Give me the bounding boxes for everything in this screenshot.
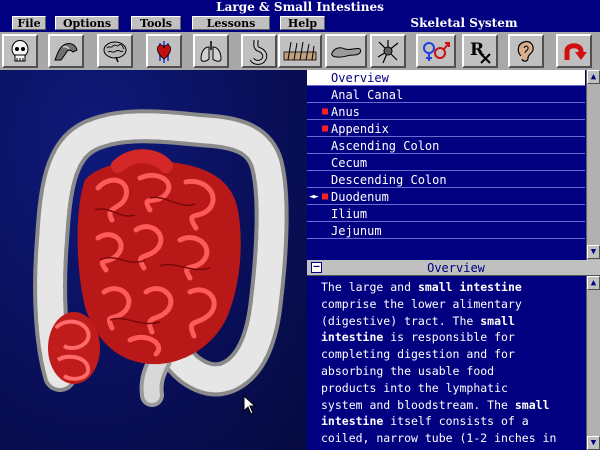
text-segment: comprise the lower alimentary xyxy=(321,296,522,311)
return-arrow-icon xyxy=(564,43,587,60)
lungs-icon xyxy=(200,41,222,62)
prescription-button[interactable]: R xyxy=(462,34,498,68)
topic-list-scrollbar[interactable]: ▲ ▼ xyxy=(586,70,600,260)
text-segment: is responsible for xyxy=(383,330,515,345)
muscle-arm-icon xyxy=(54,43,78,61)
reproductive-button[interactable] xyxy=(416,34,456,68)
lungs-button[interactable] xyxy=(193,34,229,68)
menu-options[interactable]: Options xyxy=(55,16,119,30)
topic-item-descending-colon[interactable]: Descending Colon xyxy=(307,172,585,188)
skull-button[interactable] xyxy=(2,34,38,68)
heart-vessels-icon xyxy=(156,41,172,63)
menu-help[interactable]: Help xyxy=(280,16,325,30)
scroll-up-arrow-icon[interactable]: ▲ xyxy=(587,276,600,290)
skin-button[interactable] xyxy=(278,34,322,68)
description-line: The large and small intestine xyxy=(321,279,583,296)
text-segment: products into the lymphatic xyxy=(321,380,508,395)
mouse-pointer-icon xyxy=(243,395,257,415)
stomach-button[interactable] xyxy=(241,34,277,68)
highlighted-term[interactable]: small intestine xyxy=(418,280,522,294)
menu-lessons[interactable]: Lessons xyxy=(192,16,270,30)
description-line: intestine is responsible for xyxy=(321,329,583,346)
description-line: intestine itself consists of a xyxy=(321,413,583,430)
bullet-marker: ■ xyxy=(322,191,329,202)
description-line: system and bloodstream. The small xyxy=(321,397,583,414)
return-button[interactable] xyxy=(556,34,592,68)
topic-list: Overview Anal Canal ■ Anus ■ Appendix As… xyxy=(307,70,600,260)
description-text: The large and small intestine comprise th… xyxy=(321,279,583,447)
window-title: Large & Small Intestines xyxy=(0,0,600,15)
bullet-marker: ■ xyxy=(322,123,329,134)
highlighted-term[interactable]: intestine xyxy=(321,330,383,344)
topic-item-ilium[interactable]: Ilium xyxy=(307,206,585,222)
description-panel: The large and small intestine comprise th… xyxy=(307,276,586,450)
anatomy-image[interactable] xyxy=(0,70,307,450)
body-system-toolbar: R xyxy=(0,32,600,70)
description-scrollbar[interactable]: ▲ ▼ xyxy=(586,276,600,450)
text-segment: (digestive) tract. The xyxy=(321,313,481,328)
text-segment: completing digestion and for xyxy=(321,347,515,362)
topic-item-ascending-colon[interactable]: Ascending Colon xyxy=(307,138,585,154)
description-line: absorbing the usable food xyxy=(321,363,583,380)
description-line: products into the lymphatic xyxy=(321,380,583,397)
muscle-button[interactable] xyxy=(48,34,84,68)
gender-symbols-icon xyxy=(423,42,450,61)
text-segment: coiled, narrow tube (1-2 inches in xyxy=(321,431,557,446)
topic-item-duodenum[interactable]: ◄► ■ Duodenum xyxy=(307,189,585,205)
intestines-illustration xyxy=(33,109,289,407)
highlighted-term[interactable]: small xyxy=(480,314,515,328)
skin-hair-icon xyxy=(283,41,317,61)
description-line: comprise the lower alimentary xyxy=(321,296,583,313)
scroll-down-arrow-icon[interactable]: ▼ xyxy=(587,436,600,450)
topic-item-appendix[interactable]: ■ Appendix xyxy=(307,121,585,137)
ear-button[interactable] xyxy=(508,34,544,68)
heart-button[interactable] xyxy=(146,34,182,68)
pancreas-button[interactable] xyxy=(325,34,367,68)
scroll-down-arrow-icon[interactable]: ▼ xyxy=(587,245,600,259)
nerve-cell-icon xyxy=(377,40,399,64)
scroll-up-arrow-icon[interactable]: ▲ xyxy=(587,70,600,84)
text-segment: itself consists of a xyxy=(383,414,529,429)
description-line: completing digestion and for xyxy=(321,346,583,363)
pancreas-icon xyxy=(331,47,362,58)
text-segment: absorbing the usable food xyxy=(321,363,495,378)
topic-item-anus[interactable]: ■ Anus xyxy=(307,104,585,120)
highlighted-term[interactable]: small xyxy=(515,398,550,412)
bullet-marker: ■ xyxy=(322,106,329,117)
menu-file[interactable]: File xyxy=(12,16,46,30)
collapse-icon[interactable]: – xyxy=(311,262,322,273)
topic-item-jejunum[interactable]: Jejunum xyxy=(307,223,585,239)
current-system-label: Skeletal System xyxy=(410,16,518,30)
menu-bar: File Options Tools Lessons Help Skeletal… xyxy=(0,15,600,32)
brain-button[interactable] xyxy=(97,34,133,68)
nerve-button[interactable] xyxy=(370,34,406,68)
description-line: coiled, narrow tube (1-2 inches in xyxy=(321,430,583,447)
description-header: – Overview xyxy=(307,260,600,276)
ear-icon xyxy=(517,40,534,62)
text-segment: system and bloodstream. The xyxy=(321,397,515,412)
skull-icon xyxy=(11,40,29,62)
text-segment: The large and xyxy=(321,280,418,294)
topic-item-overview[interactable]: Overview xyxy=(307,70,585,86)
description-line: (digestive) tract. The small xyxy=(321,313,583,330)
brain-icon xyxy=(103,41,127,63)
highlighted-term[interactable]: intestine xyxy=(321,414,383,428)
description-title: Overview xyxy=(427,261,485,275)
rx-icon: R xyxy=(470,40,491,64)
topic-item-cecum[interactable]: Cecum xyxy=(307,155,585,171)
menu-tools[interactable]: Tools xyxy=(131,16,181,30)
topic-item-anal-canal[interactable]: Anal Canal xyxy=(307,87,585,103)
double-arrow-icon: ◄► xyxy=(309,192,319,202)
stomach-icon xyxy=(249,39,268,65)
